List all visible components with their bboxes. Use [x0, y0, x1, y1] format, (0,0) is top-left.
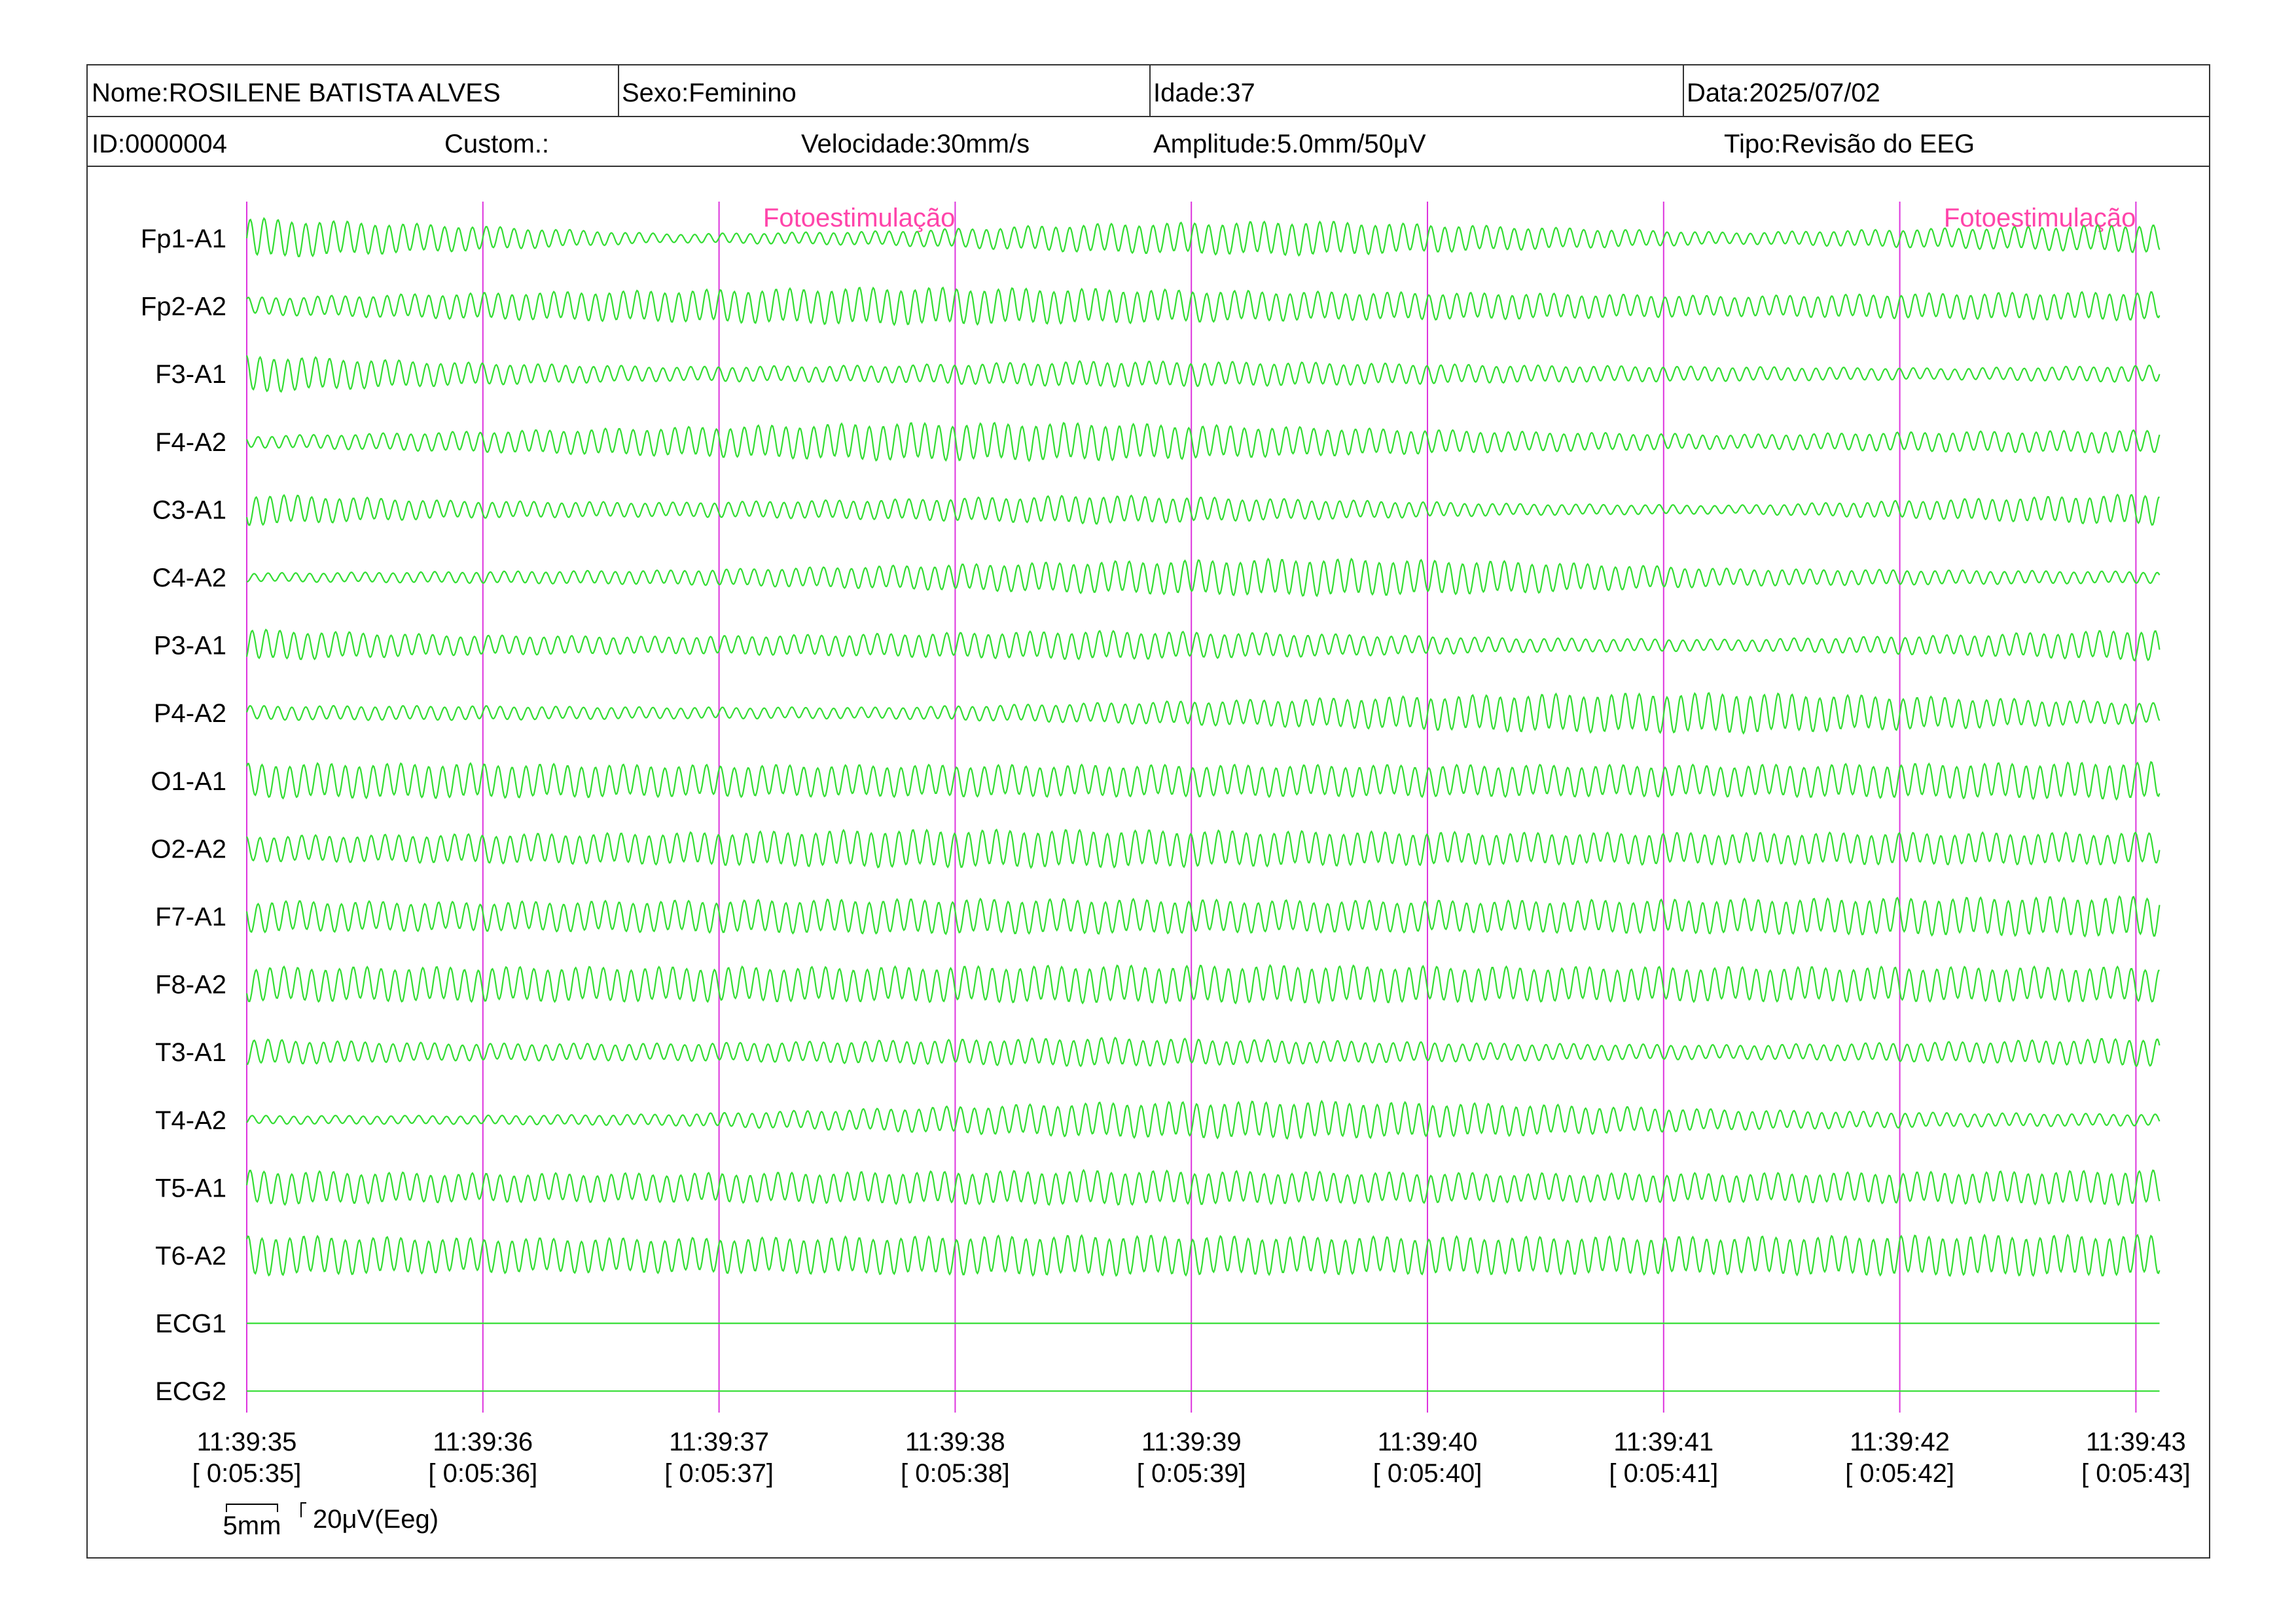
channel-trace — [245, 628, 2161, 662]
time-tick-elapsed: [ 0:05:43] — [2081, 1459, 2191, 1488]
time-tick-clock: 11:39:38 — [905, 1428, 1005, 1456]
channel-trace — [245, 1168, 2161, 1206]
channel-trace — [246, 557, 2161, 598]
channel-trace — [245, 355, 2161, 393]
channel-label: P3-A1 — [154, 632, 226, 660]
time-tick-elapsed: [ 0:05:41] — [1609, 1459, 1718, 1488]
channel-trace — [245, 1233, 2161, 1277]
time-tick-elapsed: [ 0:05:35] — [192, 1459, 302, 1488]
time-tick-elapsed: [ 0:05:40] — [1373, 1459, 1482, 1488]
channel-trace — [245, 217, 2161, 258]
event-label: Fotoestimulação — [763, 204, 955, 232]
time-tick-clock: 11:39:35 — [197, 1428, 297, 1456]
channel-label: F7-A1 — [155, 903, 226, 931]
channel-label: T5-A1 — [155, 1174, 226, 1202]
channel-label: T6-A2 — [155, 1242, 226, 1271]
channel-label: F3-A1 — [155, 360, 226, 389]
channel-label: C4-A2 — [152, 564, 226, 592]
time-tick-elapsed: [ 0:05:39] — [1137, 1459, 1246, 1488]
time-tick-elapsed: [ 0:05:42] — [1845, 1459, 1954, 1488]
time-scale-label: 5mm — [223, 1511, 281, 1540]
channel-trace — [245, 692, 2161, 735]
channel-trace — [246, 1036, 2161, 1068]
channel-trace — [245, 422, 2161, 462]
channel-trace — [246, 286, 2161, 327]
channel-trace — [246, 1100, 2161, 1140]
amplitude-scale-label: 20μV(Eeg) — [313, 1505, 439, 1534]
time-tick-clock: 11:39:40 — [1378, 1428, 1478, 1456]
time-tick-elapsed: [ 0:05:36] — [428, 1459, 537, 1488]
channel-trace — [245, 828, 2161, 869]
time-tick-elapsed: [ 0:05:37] — [664, 1459, 774, 1488]
channel-label: P4-A2 — [154, 699, 226, 728]
time-tick-clock: 11:39:37 — [669, 1428, 769, 1456]
channel-label: Fp2-A2 — [141, 293, 226, 321]
eeg-trace-chart: 11:39:35 [ 0:05:35] 11:39:36 [ 0:05:36] 11:3… — [141, 202, 2191, 1540]
channel-trace — [245, 493, 2160, 526]
channel-label: ECG2 — [155, 1377, 226, 1406]
channel-label: Fp1-A1 — [141, 225, 226, 253]
channel-label: F4-A2 — [155, 428, 226, 457]
channel-label: T3-A1 — [155, 1038, 226, 1067]
time-tick-clock: 11:39:42 — [1850, 1428, 1950, 1456]
channel-label: C3-A1 — [152, 496, 226, 524]
event-label: Fotoestimulação — [1944, 204, 2136, 232]
channel-label: O2-A2 — [151, 835, 226, 863]
channel-trace — [245, 895, 2161, 938]
channel-label: ECG1 — [155, 1310, 226, 1339]
time-tick-elapsed: [ 0:05:38] — [901, 1459, 1010, 1488]
time-tick-clock: 11:39:36 — [433, 1428, 533, 1456]
time-tick-clock: 11:39:39 — [1141, 1428, 1242, 1456]
time-tick-clock: 11:39:41 — [1613, 1428, 1713, 1456]
channel-label: F8-A2 — [155, 971, 226, 1000]
channel-label: O1-A1 — [151, 767, 226, 796]
channel-label: T4-A2 — [155, 1106, 226, 1135]
time-tick-clock: 11:39:43 — [2086, 1428, 2186, 1456]
channel-trace — [245, 964, 2160, 1005]
channel-trace — [245, 761, 2161, 801]
amplitude-scale-bar — [300, 1502, 306, 1517]
